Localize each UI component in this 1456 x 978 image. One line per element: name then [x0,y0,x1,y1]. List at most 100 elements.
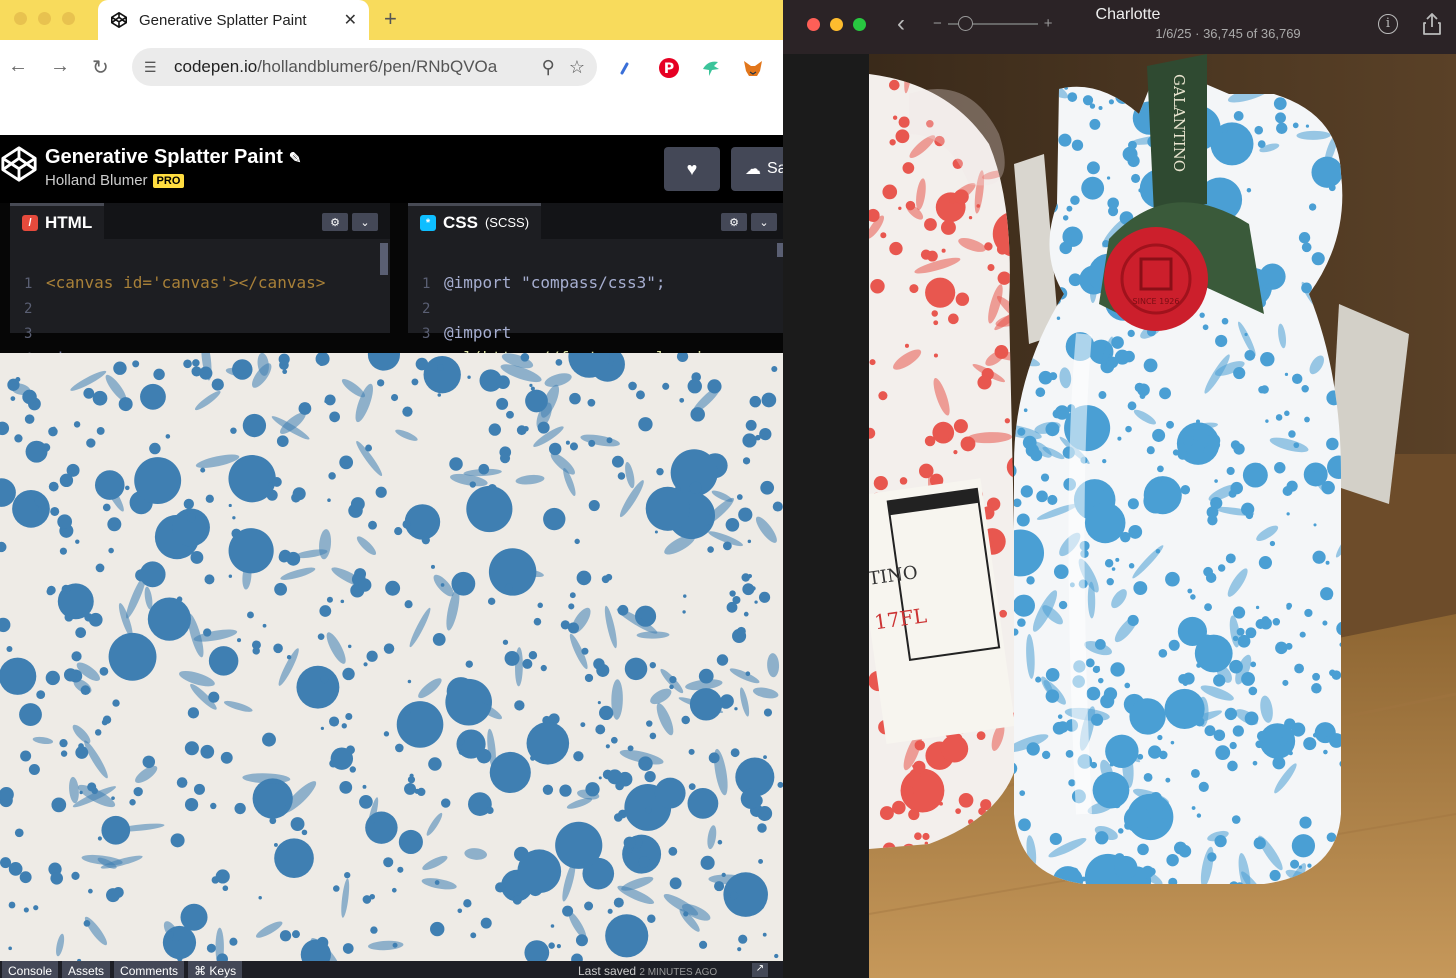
paint-splat [1288,430,1296,438]
save-button[interactable]: ☁ Sa [731,147,783,191]
paint-splat [463,899,472,908]
pen-author[interactable]: Holland Blumer PRO [45,172,185,189]
paint-splat [274,582,288,596]
paint-splat [525,389,548,413]
paint-splat [1260,352,1275,367]
pen-extension-icon[interactable] [614,57,636,79]
css-collapse-chevron-icon[interactable]: ⌄ [751,213,777,231]
paint-splat [771,365,778,373]
paint-splat [676,353,689,363]
css-editor-label: CSS [443,212,478,232]
info-icon[interactable]: i [1378,14,1398,34]
paint-splat [437,364,444,371]
paint-splat [59,473,74,488]
address-bar[interactable]: ☰ codepen.io/hollandblumer6/pen/RNbQVOa … [132,48,597,86]
html-editor[interactable]: / HTML ⚙ ⌄ 1 <canvas id='canvas'></canvas… [10,203,390,367]
paint-splat [73,421,81,428]
url-text[interactable]: codepen.io/hollandblumer6/pen/RNbQVOa [174,57,528,77]
paint-splat [904,343,909,348]
paint-splat [624,657,648,681]
open-external-icon[interactable]: ↗ [752,963,768,977]
paint-splat [1303,737,1317,751]
css-code[interactable]: 1@import "compass/css3"; 2 3@import url(… [408,247,743,370]
html-editor-tab[interactable]: / HTML [10,203,105,239]
close-window-dot[interactable] [14,12,27,25]
paint-splat [604,605,617,649]
share-icon[interactable] [1421,12,1443,36]
minimize-window-dot[interactable] [38,12,51,25]
paint-splat [987,263,995,272]
tab-close-icon[interactable]: ✕ [344,10,357,30]
edit-pencil-icon[interactable]: ✎ [289,150,302,167]
html-settings-gear-icon[interactable]: ⚙ [322,213,348,231]
paint-splat [898,206,902,210]
bird-extension-icon[interactable] [700,57,722,79]
css-settings-gear-icon[interactable]: ⚙ [721,213,747,231]
pinterest-extension-icon[interactable]: P [658,57,680,79]
search-icon[interactable]: ⚲ [542,57,555,78]
author-name[interactable]: Holland Blumer [45,172,148,189]
paint-splat [367,353,401,371]
paint-splat [397,866,404,873]
paint-splat [1014,498,1022,508]
paint-splat [654,777,686,809]
zoom-slider[interactable] [947,15,1038,31]
zoom-window-button[interactable] [853,18,866,31]
heart-button[interactable]: ♥ [664,147,720,191]
html-collapse-chevron-icon[interactable]: ⌄ [352,213,378,231]
tab-codepen[interactable]: Generative Splatter Paint ✕ [98,0,369,40]
preview-canvas[interactable] [0,353,783,961]
paint-splat [575,934,588,947]
keys-button[interactable]: ⌘ Keys [188,961,243,978]
close-window-button[interactable] [807,18,820,31]
comments-button[interactable]: Comments [114,961,185,978]
paint-splat [247,611,254,619]
paint-splat [1233,111,1244,121]
minimize-window-button[interactable] [830,18,843,31]
html-scrollbar[interactable] [380,243,388,275]
pen-title[interactable]: Generative Splatter Paint ✎ [45,146,301,169]
paint-splat [1173,841,1187,855]
forward-arrow-icon[interactable]: → [50,55,70,78]
zoom-out-button[interactable]: − [933,15,942,32]
splatter-paint-canvas [0,353,783,961]
site-settings-icon[interactable]: ☰ [144,59,162,76]
paint-splat [1233,366,1246,380]
console-button[interactable]: Console [2,961,59,978]
paint-splat [681,715,690,725]
back-chevron-icon[interactable]: ‹ [897,10,905,38]
paint-splat [407,679,412,684]
paint-splat [367,940,404,951]
paint-splat [734,707,738,711]
zoom-slider-knob[interactable] [957,15,973,31]
paint-splat [108,632,157,681]
paint-splat [721,872,726,878]
paint-splat [730,891,739,900]
css-editor[interactable]: * CSS (SCSS) ⚙ ⌄ 1 @import "compass/css3"… [408,203,783,367]
back-arrow-icon[interactable]: ← [8,55,28,78]
codepen-logo-icon[interactable] [0,145,38,183]
paint-splat [774,953,779,959]
bookmark-star-icon[interactable]: ☆ [569,57,585,78]
paint-splat [581,647,589,655]
paint-splat [428,757,442,771]
maximize-window-dot[interactable] [62,12,75,25]
metamask-extension-icon[interactable] [742,57,764,79]
paint-splat [741,573,750,582]
paint-splat [955,808,962,815]
new-tab-button[interactable]: + [384,6,397,32]
paint-splat [1260,385,1269,394]
paint-splat [605,573,613,581]
reload-icon[interactable]: ↻ [92,55,109,80]
paint-splat [953,450,958,455]
paint-splat [280,567,316,580]
paint-splat [1098,391,1107,400]
paint-splat [236,638,242,643]
paint-splat [1137,383,1150,397]
paint-splat [255,921,283,938]
paint-splat [716,654,729,666]
paint-splat [108,547,114,554]
assets-button[interactable]: Assets [62,961,111,978]
paint-splat [445,678,492,726]
css-editor-tab[interactable]: * CSS (SCSS) [408,203,542,239]
